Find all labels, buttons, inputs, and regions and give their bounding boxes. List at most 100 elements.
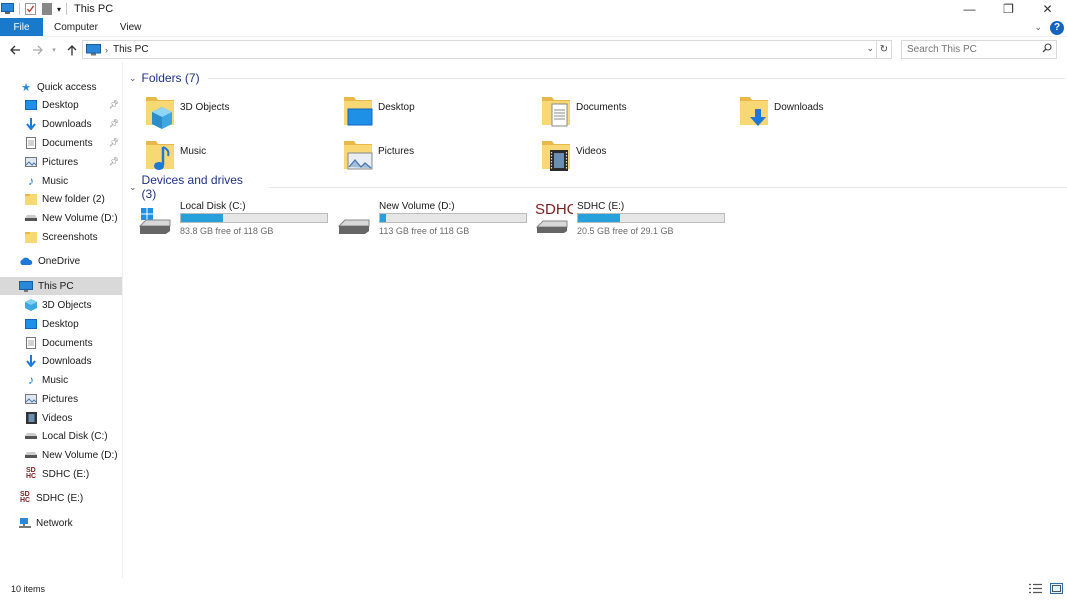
nav-pc-pictures[interactable]: Pictures [0,390,122,408]
drives-group-header[interactable]: ⌄ Devices and drives (3) [129,173,1067,201]
nav-pc-documents[interactable]: Documents [0,334,122,352]
search-icon[interactable] [1042,43,1052,56]
nav-label: Music [42,175,69,187]
nav-quick-desktop[interactable]: Desktop 📌︎ [0,96,122,114]
folder-pictures[interactable]: Pictures [342,139,532,179]
nav-pc-downloads[interactable]: Downloads [0,352,122,370]
expand-ribbon-icon[interactable]: ⌄ [1034,22,1042,33]
minimize-button[interactable]: — [950,0,989,18]
nav-quick-downloads[interactable]: Downloads 📌︎ [0,115,122,133]
document-icon [25,137,37,149]
nav-pc-3d-objects[interactable]: 3D Objects [0,296,122,314]
collapse-chevron-icon[interactable]: ⌄ [129,73,137,84]
folder-3d-objects[interactable]: 3D Objects [144,95,334,135]
nav-label: Screenshots [42,231,98,243]
cube-icon [25,299,37,311]
search-box[interactable] [901,40,1057,59]
address-dropdown-icon[interactable]: ⌄ [866,43,874,54]
drive-free-space: 83.8 GB free of 118 GB [180,226,274,236]
tab-computer[interactable]: Computer [43,18,112,36]
sdhc-icon: SDHC [535,201,573,234]
picture-icon [25,156,37,168]
back-arrow-icon [9,45,20,55]
nav-label: SDHC (E:) [36,492,84,504]
details-view-icon[interactable] [1029,583,1042,594]
drive-usage-bar [577,213,725,223]
folder-documents[interactable]: Documents [540,95,730,135]
sdhc-badge: SDHC [535,201,573,218]
address-bar[interactable]: › This PC ⌄ [82,40,877,59]
search-input[interactable] [907,44,1037,55]
customize-toolbar-icon[interactable]: ▾ [57,5,61,14]
large-icons-view-icon[interactable] [1050,583,1063,594]
nav-network[interactable]: Network [0,514,122,532]
nav-sdhc-e[interactable]: SD HC SDHC (E:) [0,489,122,507]
nav-label: Local Disk (C:) [42,430,108,442]
window-controls: — ❐ ✕ [950,0,1067,18]
nav-label: SDHC (E:) [42,468,90,480]
film-icon [25,412,37,424]
refresh-button[interactable]: ↻ [877,40,892,59]
drive-name: New Volume (D:) [379,201,455,212]
drive-new-volume-d[interactable]: New Volume (D:) 113 GB free of 118 GB [337,200,537,240]
toolbar-divider [19,3,20,15]
nav-this-pc[interactable]: This PC [0,277,122,295]
document-icon [25,337,37,349]
this-pc-icon[interactable] [1,3,14,15]
drive-local-disk-c[interactable]: Local Disk (C:) 83.8 GB free of 118 GB [138,200,338,240]
folder-videos[interactable]: Videos [540,139,730,179]
nav-onedrive[interactable]: OneDrive [0,252,122,270]
back-button[interactable] [6,39,24,61]
document-icon [540,95,572,129]
status-bar: 10 items [0,578,1067,600]
nav-pc-desktop[interactable]: Desktop [0,315,122,333]
up-button[interactable] [64,39,80,61]
ribbon-right-controls: ⌄ ? [1034,19,1064,36]
drive-usage-bar [180,213,328,223]
new-folder-icon[interactable] [42,3,52,15]
nav-pc-videos[interactable]: Videos [0,409,122,427]
nav-label: OneDrive [38,255,81,267]
nav-pc-music[interactable]: ♪ Music [0,371,122,389]
pin-icon: 📌︎ [108,138,119,147]
collapse-chevron-icon[interactable]: ⌄ [129,182,137,193]
nav-quick-music[interactable]: ♪ Music [0,172,122,190]
restore-button[interactable]: ❐ [989,0,1028,18]
nav-quick-documents[interactable]: Documents 📌︎ [0,134,122,152]
nav-quick-new-volume-d[interactable]: New Volume (D:) [0,209,122,227]
nav-label: Downloads [42,355,92,367]
nav-quick-access[interactable]: ★ Quick access [0,78,122,96]
pin-icon: 📌︎ [108,119,119,128]
breadcrumb-chevron-icon[interactable]: › [105,45,108,55]
forward-button[interactable] [28,39,46,61]
help-button[interactable]: ? [1050,20,1064,35]
folder-desktop[interactable]: Desktop [342,95,532,135]
window-title: This PC [74,3,114,15]
nav-label: Quick access [37,81,97,93]
folder-downloads[interactable]: Downloads [738,95,928,135]
drive-sdhc-e[interactable]: SDHC SDHC (E:) 20.5 GB free of 29.1 GB [535,200,735,240]
nav-pc-local-disk-c[interactable]: Local Disk (C:) [0,427,122,445]
title-bar: ▾ This PC — ❐ ✕ [0,0,1067,18]
recent-locations-button[interactable]: ▾ [49,39,59,61]
properties-icon[interactable] [25,3,36,15]
tab-view[interactable]: View [112,18,156,36]
nav-quick-screenshots[interactable]: Screenshots [0,228,122,246]
nav-pc-sdhc-e[interactable]: SD HC SDHC (E:) [0,465,122,483]
drive-free-space: 20.5 GB free of 29.1 GB [577,226,674,236]
forward-arrow-icon [32,45,43,55]
pin-icon: 📌︎ [108,157,119,166]
drive-icon [25,430,37,442]
folders-group-header[interactable]: ⌄ Folders (7) [129,70,1065,86]
music-note-icon: ♪ [28,174,34,188]
drive-icon [25,212,37,224]
close-button[interactable]: ✕ [1028,0,1067,18]
cube-icon [144,95,176,129]
breadcrumb-this-pc[interactable]: This PC [113,44,149,55]
content-pane: ⌄ Folders (7) 3D Objects Desktop Documen… [124,62,1067,578]
nav-quick-pictures[interactable]: Pictures 📌︎ [0,153,122,171]
tab-file[interactable]: File [0,18,43,36]
nav-quick-new-folder-2[interactable]: New folder (2) [0,190,122,208]
drive-usage-fill [181,214,224,222]
nav-pc-new-volume-d[interactable]: New Volume (D:) [0,446,122,464]
